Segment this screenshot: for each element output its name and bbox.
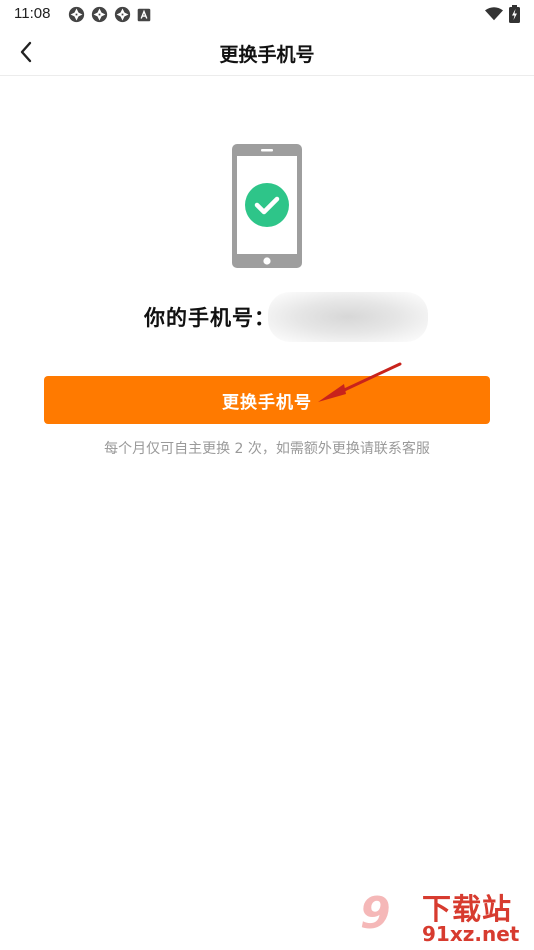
change-limit-hint: 每个月仅可自主更换 2 次，如需额外更换请联系客服 [104, 441, 430, 457]
phone-speaker [261, 149, 273, 152]
watermark: 9 下载站 91xz.net [360, 886, 530, 948]
status-time: 11:08 [14, 5, 51, 22]
page-title: 更换手机号 [219, 44, 315, 66]
phone-home-button [263, 257, 271, 265]
phone-check-illustration [232, 144, 302, 268]
watermark-domain: 91xz.net [422, 922, 520, 946]
wifi-icon [485, 7, 503, 21]
notification-icon [114, 6, 131, 23]
change-phone-button[interactable]: 更换手机号 [44, 376, 490, 424]
watermark-logo: 9 [360, 888, 391, 939]
status-notification-icons [68, 6, 151, 23]
nav-bar: 更换手机号 [0, 28, 534, 76]
notification-icon [68, 6, 85, 23]
notification-icon [91, 6, 108, 23]
phone-number-row: 你的手机号： [0, 290, 534, 346]
status-bar: 11:08 [0, 0, 534, 28]
a-badge-icon [137, 8, 151, 21]
phone-number-value-blurred [268, 292, 428, 342]
battery-charging-icon [509, 5, 520, 23]
red-arrow-annotation [318, 362, 402, 402]
phone-number-label: 你的手机号： [144, 306, 276, 330]
status-system-icons [485, 5, 520, 23]
check-circle [245, 183, 289, 227]
